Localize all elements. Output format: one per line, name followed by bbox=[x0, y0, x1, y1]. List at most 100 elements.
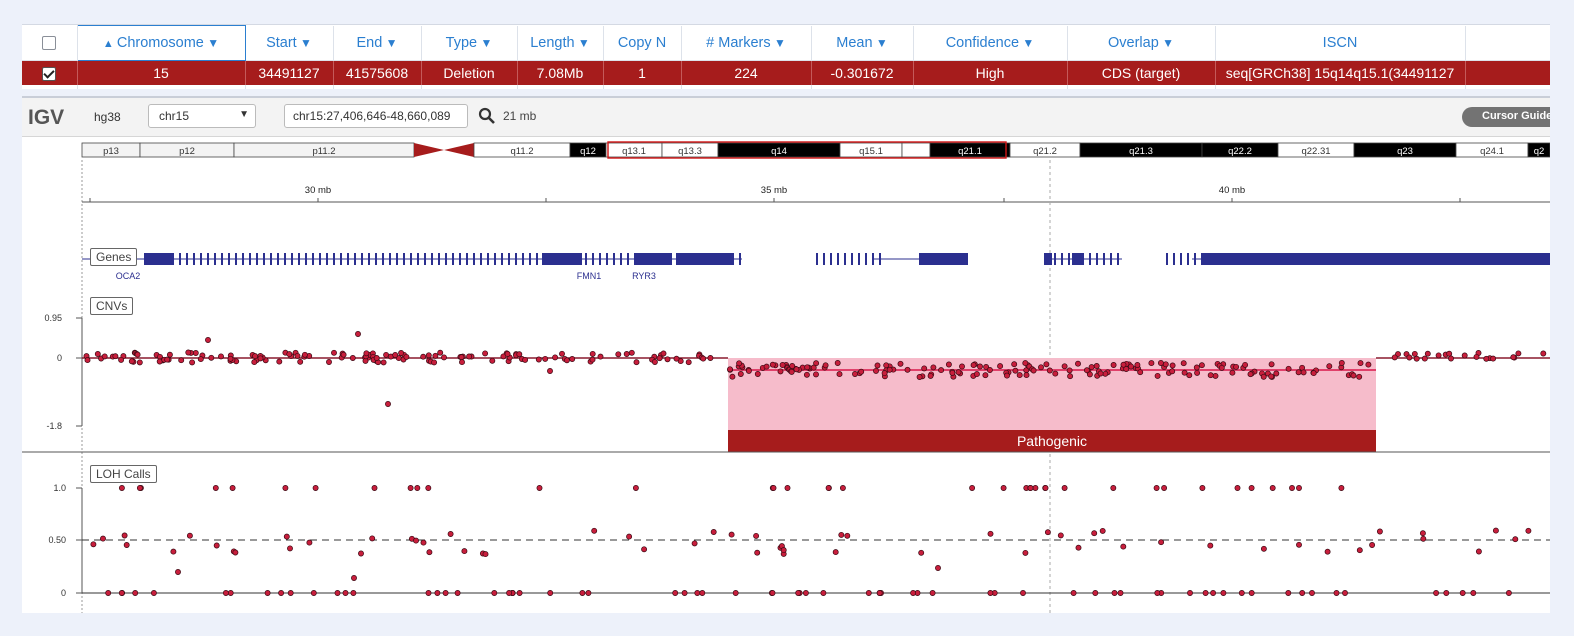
loh-point bbox=[413, 537, 419, 544]
column-header-start[interactable]: Start ▼ bbox=[245, 25, 334, 61]
loh-point bbox=[1470, 590, 1477, 596]
column-header-markers[interactable]: # Markers ▼ bbox=[681, 25, 812, 61]
column-header-extra[interactable] bbox=[1465, 25, 1550, 61]
cnv-point bbox=[128, 358, 135, 365]
gene-exon bbox=[865, 253, 867, 265]
cnv-point bbox=[1093, 363, 1100, 369]
cnv-point bbox=[197, 356, 204, 363]
loh-point bbox=[1376, 528, 1383, 535]
gene-exon bbox=[228, 253, 230, 265]
axis-label: 0.95 bbox=[44, 313, 62, 323]
ruler-label: 30 mb bbox=[305, 185, 331, 196]
ideogram-band-label: p11.2 bbox=[312, 146, 335, 157]
cursor-guide-button[interactable]: Cursor Guide bbox=[1462, 107, 1550, 127]
loh-point bbox=[802, 590, 809, 596]
gene-exon bbox=[494, 253, 496, 265]
search-icon[interactable] bbox=[478, 107, 496, 130]
column-header-end[interactable]: End ▼ bbox=[333, 25, 422, 61]
loh-point bbox=[1110, 485, 1117, 491]
cnv-point bbox=[403, 353, 410, 360]
loh-calls-track-label: LOH Calls bbox=[90, 465, 157, 483]
column-header-mean[interactable]: Mean ▼ bbox=[811, 25, 914, 61]
cnv-point bbox=[1242, 361, 1249, 368]
sort-ascending-icon: ▲ bbox=[102, 38, 117, 50]
column-header-iscn[interactable]: ISCN bbox=[1215, 25, 1466, 61]
gene-exon bbox=[872, 253, 874, 265]
cell-iscn: seq[GRCh38] 15q14q15.1(34491127 bbox=[1215, 60, 1466, 85]
funnel-icon[interactable]: ▼ bbox=[382, 36, 398, 50]
chromosome-select[interactable]: chr15 ▼ bbox=[148, 104, 256, 128]
gene-exon bbox=[1089, 253, 1091, 265]
loh-point bbox=[626, 533, 633, 540]
gene-exon bbox=[298, 253, 300, 265]
column-header-copy_n[interactable]: Copy N bbox=[603, 25, 682, 61]
cnv-point bbox=[938, 367, 945, 374]
gene-exon bbox=[1481, 253, 1483, 265]
cnv-point bbox=[458, 354, 465, 361]
table-row[interactable]: 15 34491127 41575608 Deletion 7.08Mb 1 224 -0.3… bbox=[22, 60, 1550, 85]
locus-search-input[interactable]: chr15:27,406,646-48,660,089 bbox=[284, 104, 468, 128]
funnel-icon[interactable]: ▼ bbox=[575, 36, 590, 50]
cnv-point bbox=[873, 367, 879, 374]
column-header-type[interactable]: Type ▼ bbox=[421, 25, 518, 61]
cnv-point bbox=[482, 350, 489, 357]
cnv-point bbox=[927, 372, 934, 379]
cnv-point bbox=[398, 350, 405, 356]
funnel-icon[interactable]: ▼ bbox=[297, 36, 312, 50]
funnel-icon[interactable]: ▼ bbox=[1019, 36, 1034, 50]
gene-exon bbox=[606, 253, 608, 265]
funnel-icon[interactable]: ▼ bbox=[477, 36, 492, 50]
cnv-point bbox=[1075, 360, 1081, 367]
gene-exon bbox=[823, 253, 825, 265]
loh-point bbox=[232, 549, 239, 556]
gene-exon bbox=[585, 253, 587, 265]
loh-point bbox=[1161, 485, 1168, 491]
chromosome-ideogram[interactable]: p13 p12 p11.2 q11.2 q12 q13.1 q13.3 q14 q15.1 q21… bbox=[81, 141, 1550, 159]
gene-exon bbox=[1229, 253, 1231, 265]
funnel-icon[interactable]: ▼ bbox=[873, 36, 888, 50]
cnv-point bbox=[1233, 363, 1240, 370]
gene-exon bbox=[1054, 253, 1056, 265]
funnel-icon[interactable]: ▼ bbox=[771, 36, 786, 50]
cnv-point bbox=[700, 355, 707, 362]
cnv-point bbox=[552, 354, 559, 361]
loh-point bbox=[1420, 535, 1427, 542]
gene-exon bbox=[417, 253, 419, 265]
loh-point bbox=[132, 590, 139, 596]
gene-label: FMN1 bbox=[577, 271, 602, 281]
gene-exon bbox=[739, 253, 741, 265]
gene-exon bbox=[1236, 253, 1238, 265]
loh-point bbox=[910, 590, 917, 596]
column-header-confidence[interactable]: Confidence ▼ bbox=[913, 25, 1068, 61]
select-all-checkbox[interactable] bbox=[42, 35, 57, 50]
gene-exon bbox=[1271, 253, 1273, 265]
cnv-point bbox=[1406, 354, 1413, 361]
funnel-icon[interactable]: ▼ bbox=[204, 36, 219, 50]
cnv-point bbox=[542, 355, 549, 362]
column-header-overlap[interactable]: Overlap ▼ bbox=[1067, 25, 1216, 61]
loh-point bbox=[1099, 527, 1106, 534]
cnvs-track-label: CNVs bbox=[90, 297, 134, 315]
column-header-length[interactable]: Length ▼ bbox=[517, 25, 604, 61]
loh-point bbox=[547, 590, 554, 596]
centromere-marker bbox=[444, 143, 474, 157]
cnv-point bbox=[633, 359, 640, 366]
cnv-point bbox=[251, 359, 258, 366]
loh-point bbox=[150, 590, 157, 596]
row-select-cell[interactable] bbox=[22, 60, 78, 85]
gene-exon bbox=[256, 253, 258, 265]
column-header-chromosome[interactable]: ▲ Chromosome ▼ bbox=[76, 25, 246, 61]
loh-point bbox=[1492, 527, 1499, 534]
cnv-point bbox=[420, 353, 427, 360]
loh-point bbox=[579, 590, 586, 596]
cnv-point bbox=[569, 356, 576, 362]
funnel-icon[interactable]: ▼ bbox=[1159, 36, 1174, 50]
loh-point bbox=[832, 549, 839, 556]
gene-exon bbox=[1299, 253, 1301, 265]
loh-point bbox=[454, 590, 461, 596]
cnv-point bbox=[1421, 355, 1428, 362]
cnv-point bbox=[1411, 350, 1418, 357]
column-header-select[interactable] bbox=[22, 25, 78, 61]
row-checkbox[interactable] bbox=[42, 67, 57, 82]
cell-type: Deletion bbox=[421, 60, 518, 85]
